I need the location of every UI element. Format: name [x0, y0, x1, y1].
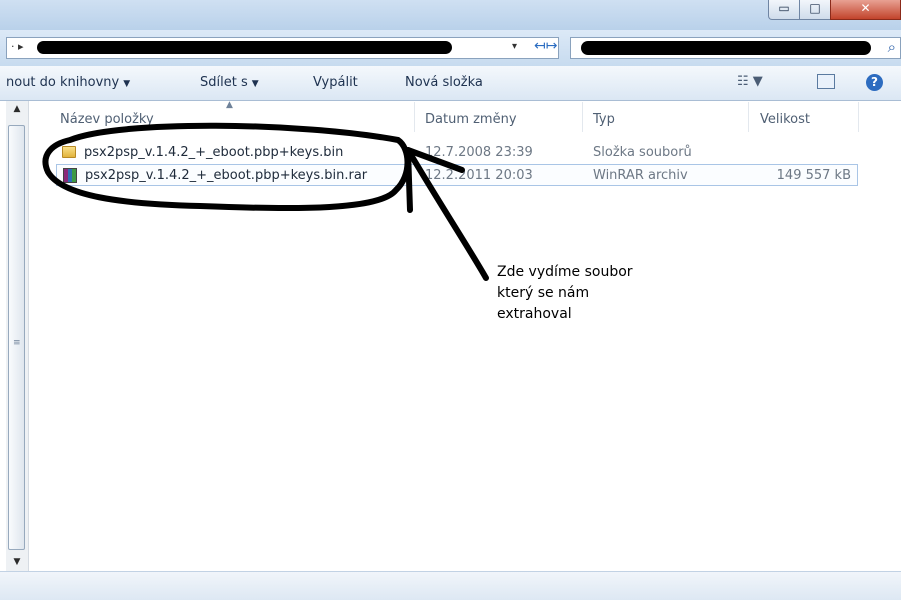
annotation-arrow-shaft [405, 147, 489, 281]
annotation-note: Zde vydíme soubor který se nám extrahova… [497, 262, 687, 325]
annotation-line: extrahoval [497, 306, 572, 322]
annotation-drawing [42, 122, 489, 281]
annotation-circle [42, 122, 411, 212]
annotation-line: který se nám [497, 285, 590, 301]
annotation-line: Zde vydíme soubor [497, 264, 633, 280]
status-bar [0, 571, 901, 600]
